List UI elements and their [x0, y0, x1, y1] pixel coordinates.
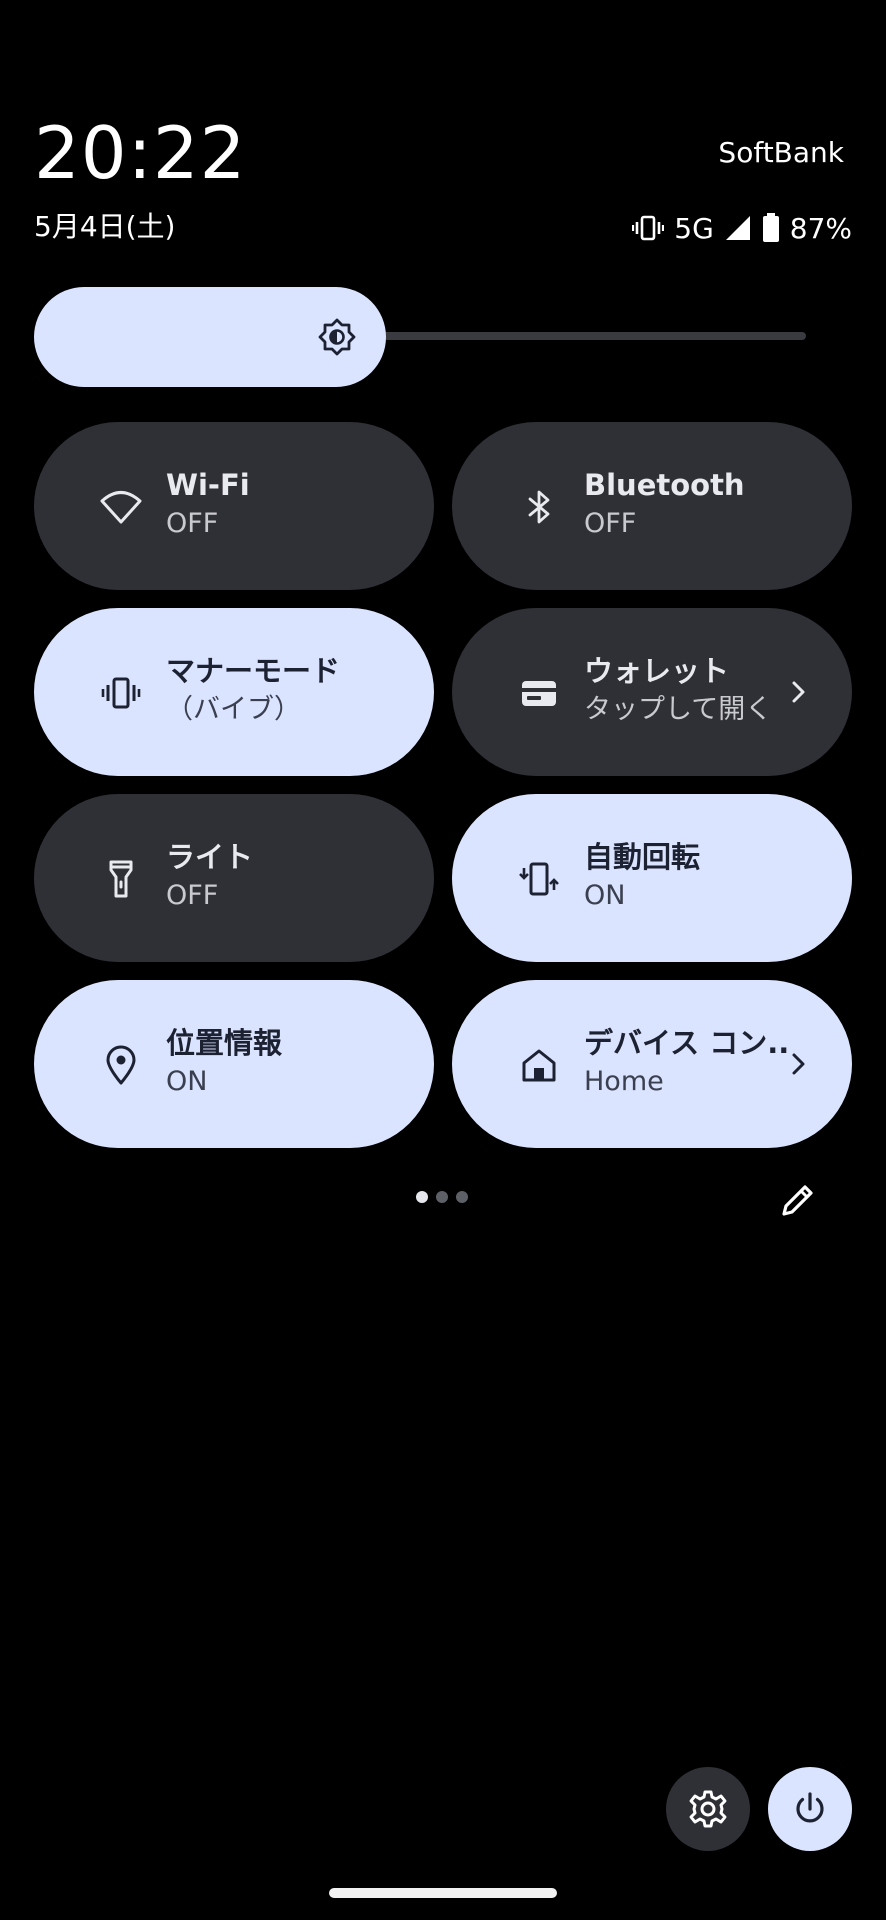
brightness-track[interactable]	[380, 332, 806, 340]
home-gesture-bar[interactable]	[329, 1888, 557, 1898]
page-dot	[416, 1191, 428, 1203]
vibrate-icon	[100, 672, 142, 714]
location-icon	[100, 1044, 142, 1086]
battery-icon	[762, 213, 780, 243]
tile-text: マナーモード （バイブ）	[166, 652, 340, 730]
page-dot	[436, 1191, 448, 1203]
page-dot	[456, 1191, 468, 1203]
tile-title: マナーモード	[166, 654, 341, 688]
tile-subtitle: OFF	[166, 508, 219, 539]
settings-button[interactable]	[666, 1767, 750, 1851]
bluetooth-icon	[518, 486, 560, 528]
wifi-icon	[100, 486, 142, 528]
tile-text: Bluetooth OFF	[584, 466, 745, 544]
tile-text: デバイス コン.. Home	[584, 1024, 789, 1102]
tile-flashlight[interactable]: ライト OFF	[34, 794, 434, 962]
tile-title: Bluetooth	[584, 468, 745, 502]
tile-text: 位置情報 ON	[166, 1024, 282, 1102]
tile-title: 位置情報	[166, 1026, 283, 1060]
tile-subtitle: タップして開く	[584, 694, 773, 725]
battery-percent: 87%	[789, 211, 852, 245]
chevron-right-icon	[780, 1046, 816, 1082]
tile-subtitle: ON	[166, 1066, 208, 1097]
tile-title: ライト	[166, 840, 254, 874]
tile-text: 自動回転 ON	[584, 838, 700, 916]
tile-wifi[interactable]: Wi-Fi OFF	[34, 422, 434, 590]
tile-text: ライト OFF	[166, 838, 253, 916]
tile-rotate[interactable]: 自動回転 ON	[452, 794, 852, 962]
tile-wallet[interactable]: ウォレットタップして開く	[452, 608, 852, 776]
power-button[interactable]	[768, 1767, 852, 1851]
tile-bluetooth[interactable]: Bluetooth OFF	[452, 422, 852, 590]
tile-subtitle: OFF	[584, 508, 637, 539]
brightness-icon	[318, 318, 356, 356]
power-icon	[796, 1792, 824, 1823]
tile-subtitle: ON	[584, 880, 626, 911]
signal-icon	[724, 214, 752, 242]
pencil-icon	[782, 1185, 813, 1216]
network-type: 5G	[674, 211, 714, 245]
tile-title: 自動回転	[584, 840, 701, 874]
tile-title: Wi-Fi	[166, 468, 250, 502]
gear-icon	[689, 1790, 727, 1828]
date[interactable]: 5月4日(土)	[34, 210, 175, 244]
vibrate-icon	[632, 214, 665, 242]
home-icon	[518, 1044, 560, 1086]
flashlight-icon	[100, 858, 142, 900]
tile-subtitle: OFF	[166, 880, 219, 911]
carrier-name: SoftBank	[718, 136, 844, 169]
rotate-icon	[518, 858, 560, 900]
status-icons: 5G 87%	[632, 210, 852, 246]
tile-location[interactable]: 位置情報 ON	[34, 980, 434, 1148]
chevron-right-icon	[780, 674, 816, 710]
tile-home[interactable]: デバイス コン.. Home	[452, 980, 852, 1148]
page-indicator[interactable]	[416, 1191, 468, 1203]
edit-tiles-button[interactable]	[774, 1176, 822, 1224]
tile-text: ウォレットタップして開く	[584, 652, 772, 730]
tile-subtitle: Home	[584, 1066, 664, 1097]
tile-subtitle: （バイブ）	[166, 694, 301, 725]
tile-title: ウォレット	[584, 654, 730, 688]
tile-vibrate[interactable]: マナーモード （バイブ）	[34, 608, 434, 776]
wallet-icon	[518, 672, 560, 714]
tile-title: デバイス コン..	[584, 1026, 790, 1060]
tile-text: Wi-Fi OFF	[166, 466, 250, 544]
clock[interactable]: 20:22	[34, 112, 247, 194]
